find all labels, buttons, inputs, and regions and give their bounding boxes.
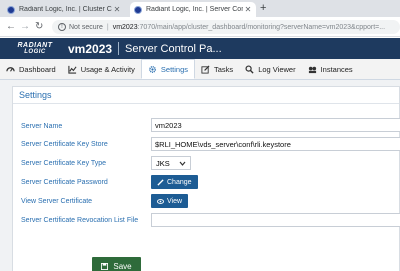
settings-panel-title: Settings bbox=[13, 87, 399, 104]
view-button-label: View bbox=[167, 197, 183, 205]
tab-dashboard[interactable]: Dashboard bbox=[0, 59, 62, 79]
tab-tasks[interactable]: Tasks bbox=[195, 59, 239, 79]
dashboard-icon bbox=[6, 66, 15, 72]
server-name-heading: vm2023 bbox=[68, 41, 113, 56]
security-label: Not secure bbox=[69, 23, 103, 31]
radiant-favicon-icon bbox=[7, 5, 15, 14]
browser-tab-strip: Radiant Logic, Inc. | Cluster Control ✕ … bbox=[0, 0, 400, 17]
key-type-value: JKS bbox=[156, 158, 170, 168]
tab-log-viewer[interactable]: Log Viewer bbox=[239, 59, 301, 79]
content-area: Settings Server Name vm2023 Server Certi… bbox=[0, 80, 400, 271]
url-host: vm2023 bbox=[112, 23, 138, 31]
url-path: :7070/main/app/cluster_dashboard/monitor… bbox=[137, 23, 386, 31]
view-certificate-label: View Server Certificate bbox=[21, 198, 93, 205]
address-separator: | bbox=[106, 23, 109, 31]
browser-tab-server-control[interactable]: Radiant Logic, Inc. | Server Control Pa … bbox=[130, 2, 256, 17]
tab-settings[interactable]: Settings bbox=[140, 59, 196, 79]
browser-toolbar: ← → ↻ ! Not secure | vm2023 :7070/main/a… bbox=[0, 17, 400, 37]
chevron-down-icon bbox=[179, 161, 186, 166]
page-title: Server Control Pa... bbox=[125, 42, 222, 55]
forward-arrow-icon[interactable]: → bbox=[20, 20, 30, 33]
tab-usage-activity[interactable]: Usage & Activity bbox=[62, 59, 141, 79]
key-store-field[interactable]: $RLI_HOME\vds_server\conf\rli.keystore bbox=[151, 137, 400, 151]
server-name-field[interactable]: vm2023 bbox=[151, 118, 400, 132]
settings-panel: Settings Server Name vm2023 Server Certi… bbox=[12, 86, 400, 271]
app-header: RADIANT LOGIC vm2023 Server Control Pa..… bbox=[0, 38, 400, 59]
pencil-icon bbox=[201, 64, 210, 74]
back-arrow-icon[interactable]: ← bbox=[6, 20, 16, 33]
browser-tab-title: Radiant Logic, Inc. | Server Control Pa bbox=[146, 6, 243, 13]
tab-label: Instances bbox=[320, 64, 353, 74]
pencil-icon bbox=[157, 178, 164, 186]
key-type-select[interactable]: JKS bbox=[151, 156, 191, 170]
crl-file-label: Server Certificate Revocation List File bbox=[21, 217, 139, 224]
server-name-label: Server Name bbox=[21, 123, 63, 130]
close-tab-icon[interactable]: ✕ bbox=[243, 5, 253, 14]
password-label: Server Certificate Password bbox=[21, 179, 108, 186]
reload-icon[interactable]: ↻ bbox=[35, 20, 43, 33]
main-nav-tabs: Dashboard Usage & Activity Settings Task… bbox=[0, 59, 400, 80]
save-disk-icon bbox=[101, 263, 109, 270]
key-type-label: Server Certificate Key Type bbox=[21, 160, 107, 167]
servers-icon bbox=[308, 66, 316, 73]
view-certificate-button[interactable]: View bbox=[151, 194, 189, 208]
tab-label: Tasks bbox=[214, 64, 234, 74]
header-divider bbox=[118, 42, 120, 55]
change-password-button[interactable]: Change bbox=[151, 175, 198, 189]
tab-instances[interactable]: Instances bbox=[302, 59, 359, 79]
save-button-label: Save bbox=[113, 262, 132, 271]
close-tab-icon[interactable]: ✕ bbox=[112, 5, 122, 14]
new-tab-button[interactable]: + bbox=[260, 2, 266, 15]
save-button[interactable]: Save bbox=[92, 257, 141, 271]
chart-icon bbox=[68, 65, 77, 74]
browser-tab-title: Radiant Logic, Inc. | Cluster Control bbox=[19, 6, 112, 13]
radiant-logic-logo: RADIANT LOGIC bbox=[17, 41, 53, 55]
radiant-favicon-icon bbox=[134, 5, 142, 14]
tab-label: Dashboard bbox=[19, 64, 56, 74]
gear-icon bbox=[148, 65, 156, 73]
tab-label: Settings bbox=[160, 64, 189, 74]
warning-icon[interactable]: ! bbox=[58, 23, 66, 31]
key-store-label: Server Certificate Key Store bbox=[21, 141, 108, 148]
browser-tab-cluster-control[interactable]: Radiant Logic, Inc. | Cluster Control ✕ bbox=[3, 2, 125, 17]
tab-label: Log Viewer bbox=[258, 64, 296, 74]
change-button-label: Change bbox=[167, 178, 192, 186]
crl-file-field[interactable] bbox=[151, 213, 400, 227]
eye-icon bbox=[157, 198, 164, 204]
address-bar[interactable]: ! Not secure | vm2023 :7070/main/app/clu… bbox=[52, 20, 400, 34]
tab-label: Usage & Activity bbox=[80, 64, 135, 74]
search-icon bbox=[245, 64, 254, 74]
